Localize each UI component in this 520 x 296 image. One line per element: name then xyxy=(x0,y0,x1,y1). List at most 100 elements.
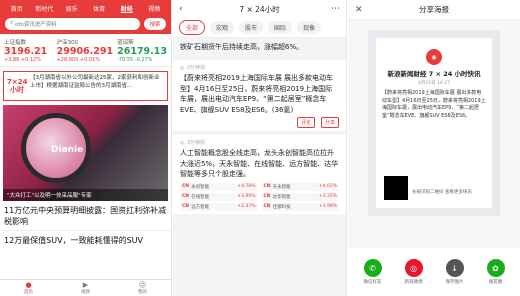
time-label: 3分钟前 xyxy=(187,140,206,146)
search-button[interactable]: 搜索 xyxy=(144,17,166,30)
tab-macro[interactable]: 宏观 xyxy=(210,21,235,34)
news-headline[interactable]: 11万亿元中央预算明细披露：国资扛利弥补减税影响 xyxy=(0,201,171,227)
back-icon[interactable]: ‹ xyxy=(179,4,183,14)
tab-stock[interactable]: 股市 xyxy=(239,21,264,34)
index-delta: +28.905 +0.01% xyxy=(56,57,100,63)
page-title: 分享海报 xyxy=(419,5,449,14)
share-moments-button[interactable]: ✿ 朋友圈 xyxy=(486,259,505,285)
stock-change: +4.78% xyxy=(237,184,256,189)
bottom-tabbar: ● 首页 ▶ 视频 ☺ 我的 xyxy=(0,279,171,296)
poster-date: 4月16日 14:27 xyxy=(418,81,450,86)
market-tag: CN xyxy=(182,194,190,199)
poster-title: 新浪新闻财经 7 × 24 小时快讯 xyxy=(387,70,481,78)
tab-label: 首页 xyxy=(24,290,33,295)
nav-item[interactable]: 首页 xyxy=(3,4,31,13)
share-wechat-button[interactable]: ✆ 微信好友 xyxy=(363,259,382,285)
share-weibo-button[interactable]: ◎ 新浪微博 xyxy=(404,259,423,285)
index-card[interactable]: 道琼斯 26179.13 -70.55 -0.27% xyxy=(117,38,167,63)
stock-chip[interactable]: CN 天永智能 +4.02% xyxy=(261,182,339,191)
feed-item[interactable]: 2分钟前 【蔚来将亮相2019上海国际车展 展出多款电动车型】4月16日至25日… xyxy=(173,60,346,131)
brand-logo: Dianie xyxy=(51,145,84,155)
market-tag: CN xyxy=(182,184,190,189)
video-icon: ▶ xyxy=(82,281,89,289)
tab-intl[interactable]: 国际 xyxy=(268,21,293,34)
feed-item[interactable]: 3分钟前 人工智能概念股全线走高，龙头永创智能高位拉升大涨近5%，天永智能、在线… xyxy=(173,135,346,214)
feed-item-text: 人工智能概念股全线走高，龙头永创智能高位拉升大涨近5%，天永智能、在线智能、远方… xyxy=(180,149,339,178)
tab-label: 我的 xyxy=(138,290,147,295)
stock-name: 天永智能 xyxy=(272,184,291,190)
item-actions: 评论 分享 xyxy=(180,117,339,128)
nav-item[interactable]: 娱乐 xyxy=(58,4,86,13)
qr-code-icon xyxy=(384,176,408,200)
index-value: 29906.291 xyxy=(56,46,114,57)
share-label: 保存图片 xyxy=(445,280,464,285)
index-card[interactable]: 沪深300 29906.291 +28.905 +0.01% xyxy=(57,38,114,63)
stock-name: 达华智能 xyxy=(272,194,291,200)
index-value: 26179.13 xyxy=(117,46,167,57)
stock-chip[interactable]: CN 在线智能 +3.96% xyxy=(180,192,258,201)
finance-home-screen: 首页 新时代 娱乐 体育 财经 视频 ⌕ ofo资讯进产资料 搜索 上证指数 3… xyxy=(0,0,172,296)
sina-logo-icon: ◉ xyxy=(426,49,442,65)
index-value: 3196.21 xyxy=(4,46,48,57)
close-icon[interactable]: ✕ xyxy=(355,5,363,15)
share-label: 微信好友 xyxy=(363,280,382,285)
market-tag: CN xyxy=(263,204,271,209)
stock-name: 永创智能 xyxy=(191,184,210,190)
index-delta: +3.86 +0.12% xyxy=(4,57,41,63)
stock-chip[interactable]: CN 达华智能 +3.35% xyxy=(261,192,339,201)
tab-video[interactable]: ▶ 视频 xyxy=(57,281,114,295)
tab-profile[interactable]: ☺ 我的 xyxy=(114,281,171,295)
stock-chip[interactable]: CN 永创智能 +4.78% xyxy=(180,182,258,191)
image-caption: "大众打工"以及明一技采品服"专家 xyxy=(3,189,168,201)
page-title: 7 × 24小时 xyxy=(239,4,280,14)
user-icon: ☺ xyxy=(138,281,147,289)
save-image-button[interactable]: ↓ 保存图片 xyxy=(445,259,464,285)
search-bar: ⌕ ofo资讯进产资料 搜索 xyxy=(0,16,171,34)
tab-all[interactable]: 全部 xyxy=(179,20,206,35)
search-input[interactable]: ⌕ ofo资讯进产资料 xyxy=(5,17,140,30)
index-name: 上证指数 xyxy=(4,40,27,46)
feed-time: 2分钟前 xyxy=(180,64,339,71)
search-icon: ⌕ xyxy=(10,20,14,26)
share-poster-screen: ✕ 分享海报 ◉ 新浪新闻财经 7 × 24 小时快讯 4月16日 14:27 … xyxy=(348,0,520,296)
headline-image[interactable]: Dianie "大众打工"以及明一技采品服"专家 xyxy=(3,105,168,201)
top-nav: 首页 新时代 娱乐 体育 财经 视频 xyxy=(0,0,171,16)
share-button[interactable]: 分享 xyxy=(320,117,339,128)
moments-icon: ✿ xyxy=(486,259,505,277)
market-tag: CN xyxy=(263,194,271,199)
home-icon: ● xyxy=(25,281,32,289)
more-icon[interactable]: ⋯ xyxy=(331,4,340,14)
feed-item-text: 【蔚来将亮相2019上海国际车展 展出多款电动车型】4月16日至25日，蔚来将亮… xyxy=(180,74,334,114)
tab-home[interactable]: ● 首页 xyxy=(0,281,57,295)
news-headline[interactable]: 12万最保值SUV，一致能耗懂得的SUV xyxy=(0,230,171,246)
ticker-label: 7×24 小时 xyxy=(7,78,28,94)
market-tag: CN xyxy=(182,204,190,209)
ticker-text: 【3月湖南省以外公司最新达25家，2家获利和创新业上市】根据湖南证监局公告的3月… xyxy=(30,75,160,89)
feed-time: 3分钟前 xyxy=(180,139,339,146)
market-indices: 上证指数 3196.21 +3.86 +0.12% 沪深300 29906.29… xyxy=(0,34,171,67)
nav-item[interactable]: 视频 xyxy=(141,4,169,13)
stock-chip[interactable]: CN 远方智能 +2.37% xyxy=(180,202,258,211)
index-card[interactable]: 上证指数 3196.21 +3.86 +0.12% xyxy=(4,38,53,63)
tab-phenomenon[interactable]: 现象 xyxy=(297,21,322,34)
related-stocks: CN 永创智能 +4.78% CN 天永智能 +4.02% CN 在线智能 +3.96% C… xyxy=(180,182,339,211)
nav-item[interactable]: 新时代 xyxy=(31,4,59,13)
search-placeholder: ofo资讯进产资料 xyxy=(15,21,57,28)
tab-label: 视频 xyxy=(81,290,90,295)
timeline-dot xyxy=(180,65,184,70)
nav-item-active[interactable]: 财经 xyxy=(113,4,141,13)
nav-item[interactable]: 体育 xyxy=(86,4,114,13)
stock-name: 佳都科技 xyxy=(272,204,291,210)
feed-item-text[interactable]: 铁矿石期货午后持续走高，涨幅超6%。 xyxy=(173,38,346,56)
share-label: 朋友圈 xyxy=(488,280,503,285)
stock-chip[interactable]: CN 佳都科技 +1.98% xyxy=(261,202,339,211)
poster-text: 【蔚来将亮相2019上海国际车展 展出多款电动车型】4月16日至25日，蔚来将亮… xyxy=(382,90,486,119)
time-label: 2分钟前 xyxy=(187,65,206,71)
comment-button[interactable]: 评论 xyxy=(296,117,315,128)
stock-change: +3.35% xyxy=(318,194,337,199)
header: ‹ 7 × 24小时 ⋯ xyxy=(173,0,346,18)
header: ✕ 分享海报 xyxy=(348,0,520,20)
live-news-ticker[interactable]: 7×24 小时 【3月湖南省以外公司最新达25家，2家获利和创新业上市】根据湖南证… xyxy=(3,71,168,101)
category-tabs: 全部 宏观 股市 国际 现象 xyxy=(173,18,346,38)
stock-change: +2.37% xyxy=(237,204,256,209)
